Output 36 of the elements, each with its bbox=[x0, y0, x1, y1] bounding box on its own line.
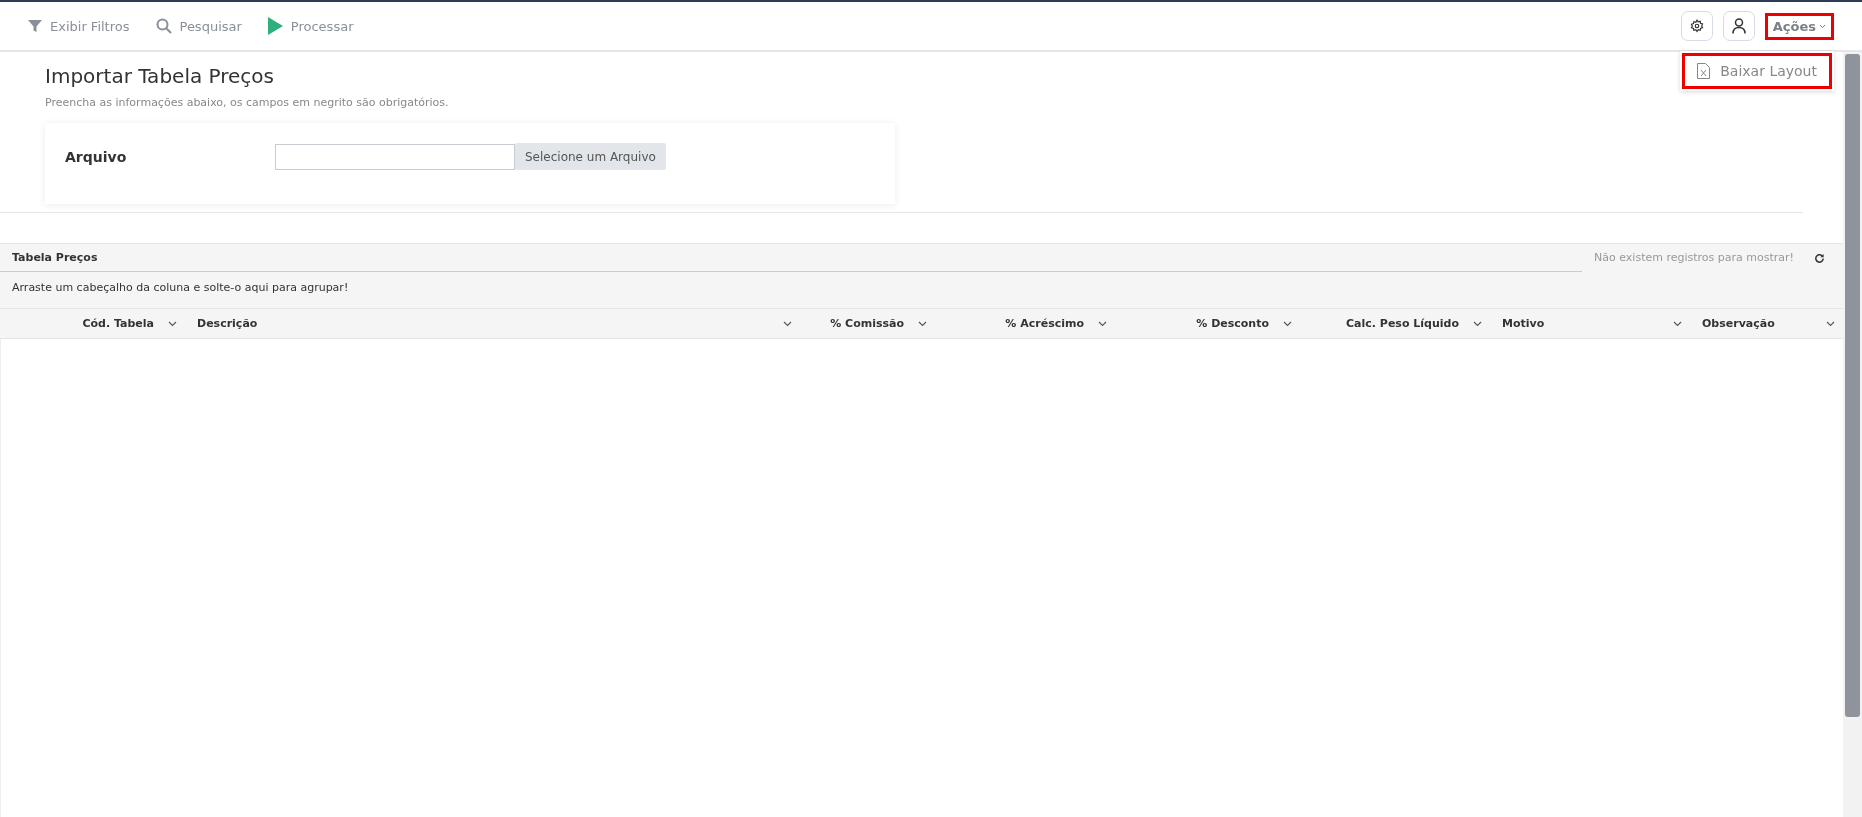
empty-message: Não existem registros para mostrar! bbox=[1593, 250, 1795, 266]
chevron-down-icon[interactable] bbox=[783, 320, 792, 327]
settings-icon bbox=[1689, 19, 1704, 33]
page-title: Importar Tabela Preços bbox=[45, 64, 274, 88]
select-file-button[interactable]: Selecione um Arquivo bbox=[515, 143, 666, 170]
column-header[interactable]: % Acréscimo bbox=[1005, 317, 1084, 330]
chevron-down-icon[interactable] bbox=[1826, 320, 1835, 327]
column-header[interactable]: % Desconto bbox=[1196, 317, 1269, 330]
chevron-down-icon[interactable] bbox=[1673, 320, 1682, 327]
chevron-down-icon[interactable] bbox=[918, 320, 927, 327]
group-panel-hint: Arraste um cabeçalho da coluna e solte-o aqui para agrupar! bbox=[0, 272, 1843, 308]
user-button[interactable] bbox=[1722, 11, 1755, 41]
refresh-icon[interactable] bbox=[1814, 252, 1825, 264]
scrollbar[interactable] bbox=[1843, 52, 1862, 817]
settings-button[interactable] bbox=[1680, 11, 1713, 41]
column-header[interactable]: Cód. Tabela bbox=[82, 317, 154, 330]
column-header[interactable]: % Comissão bbox=[830, 317, 904, 330]
spreadsheet-file-icon bbox=[1697, 63, 1711, 79]
user-icon bbox=[1731, 18, 1746, 34]
chevron-down-icon[interactable] bbox=[168, 320, 177, 327]
play-icon bbox=[267, 17, 283, 35]
search-icon bbox=[155, 18, 172, 34]
column-header[interactable]: Calc. Peso Líquido bbox=[1346, 317, 1459, 330]
filter-icon bbox=[28, 19, 42, 33]
column-header[interactable]: Descrição bbox=[197, 317, 258, 330]
actions-menu-button[interactable]: Ações bbox=[1764, 12, 1834, 40]
page-subtitle: Preencha as informações abaixo, os campos em negrito são obrigatórios. bbox=[45, 96, 450, 109]
file-input-field[interactable] bbox=[275, 143, 515, 170]
chevron-down-icon[interactable] bbox=[1283, 320, 1292, 327]
field-label: Arquivo bbox=[65, 148, 128, 165]
chevron-down-icon[interactable] bbox=[1473, 320, 1482, 327]
menu-item[interactable]: Baixar Layout bbox=[1682, 53, 1832, 89]
column-header[interactable]: Observação bbox=[1702, 317, 1775, 330]
chevron-down-icon bbox=[1819, 23, 1826, 29]
chevron-down-icon[interactable] bbox=[1098, 320, 1107, 327]
column-header[interactable]: Motivo bbox=[1502, 317, 1545, 330]
